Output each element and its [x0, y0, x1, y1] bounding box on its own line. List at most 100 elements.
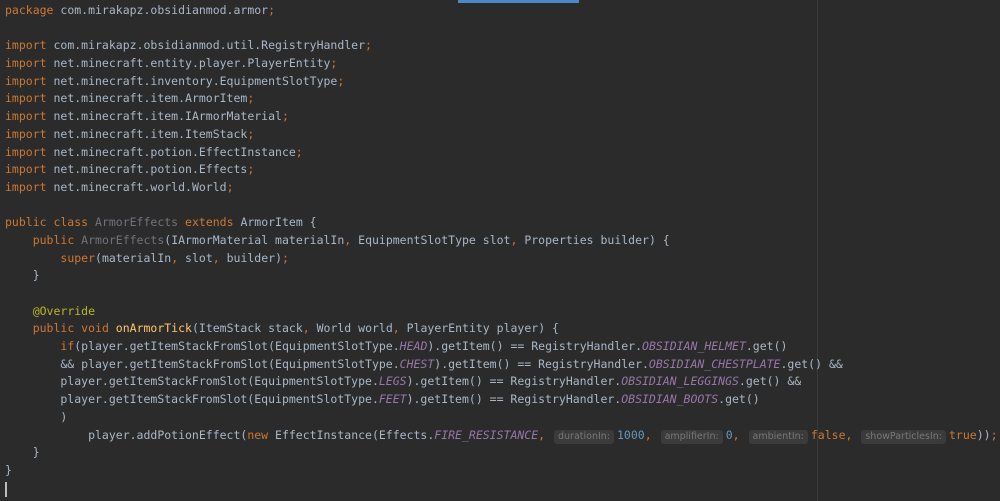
code-token: onArmorTick [115, 321, 192, 336]
code-token: ; [268, 3, 276, 17]
fold-marker-icon[interactable] [0, 272, 4, 278]
code-token: player.getItemStackFromSlot(EquipmentSlo… [5, 374, 379, 389]
code-line[interactable] [5, 285, 995, 303]
code-token: CHEST [399, 356, 435, 371]
code-token: net.minecraft.potion.Effects [46, 162, 248, 177]
code-token: ; [990, 427, 998, 442]
code-token: ArmorEffects [81, 232, 165, 247]
code-token: import [5, 109, 47, 124]
fold-marker-icon[interactable] [0, 237, 4, 243]
code-line[interactable]: import net.minecraft.item.ItemStack; [5, 126, 995, 144]
code-token: public void [32, 321, 116, 336]
code-token: builder) [226, 250, 282, 265]
code-token: com.mirakapz.obsidianmod.util.RegistryHa… [46, 38, 366, 53]
fold-marker-icon[interactable] [0, 184, 4, 190]
code-token: import [5, 91, 47, 106]
fold-marker-icon[interactable] [0, 325, 4, 331]
parameter-hint: showParticlesIn: [861, 429, 946, 444]
code-token: net.minecraft.item.ItemStack [46, 126, 248, 141]
fold-marker-icon[interactable] [0, 42, 4, 48]
code-token: ArmorItem { [240, 215, 317, 230]
code-line[interactable]: public ArmorEffects(IArmorMaterial mater… [5, 232, 995, 250]
code-line[interactable]: } [5, 267, 995, 285]
code-token: ; [337, 73, 345, 88]
fold-marker-icon[interactable] [0, 219, 4, 225]
code-line[interactable]: package com.mirakapz.obsidianmod.armor; [5, 2, 995, 20]
code-line[interactable]: player.getItemStackFromSlot(EquipmentSlo… [5, 391, 995, 409]
code-line[interactable] [5, 197, 995, 215]
code-token: player.getItemStackFromSlot(EquipmentSlo… [5, 392, 379, 407]
code-token: , [510, 232, 525, 247]
code-line[interactable]: ) [5, 409, 995, 427]
code-token: , [732, 427, 747, 442]
code-token: , [212, 250, 227, 265]
code-token: public class [5, 215, 96, 230]
code-line[interactable]: public void onArmorTick(ItemStack stack,… [5, 320, 995, 338]
code-token: package [5, 3, 54, 17]
code-token: , [344, 232, 359, 247]
code-line[interactable]: if(player.getItemStackFromSlot(Equipment… [5, 338, 995, 356]
code-token: import [5, 73, 47, 88]
fold-marker-icon[interactable] [0, 467, 4, 473]
code-token: ; [247, 162, 255, 177]
code-token: Properties builder) { [524, 232, 670, 247]
code-token: .get() && [780, 356, 843, 371]
code-token: net.minecraft.world.World [46, 179, 227, 194]
code-token: )) [976, 427, 991, 442]
code-line[interactable]: } [5, 444, 995, 462]
code-line[interactable]: } [5, 462, 995, 480]
code-token: OBSIDIAN_HELMET [642, 339, 746, 354]
code-line[interactable]: import net.minecraft.entity.player.Playe… [5, 55, 995, 73]
code-token: (IArmorMaterial materialIn [164, 232, 345, 247]
code-token: , [302, 321, 317, 336]
code-token: false [810, 427, 846, 442]
fold-marker-icon[interactable] [0, 432, 4, 438]
code-token: ; [281, 109, 289, 124]
code-token: net.minecraft.item.ArmorItem [46, 91, 248, 106]
code-token: ; [282, 250, 289, 265]
code-token: public [32, 232, 82, 247]
code-token: ).getItem() == RegistryHandler. [406, 392, 622, 407]
code-line[interactable]: @Override [5, 303, 995, 321]
code-token: import [5, 144, 47, 159]
code-line[interactable]: public class ArmorEffects extends ArmorI… [5, 214, 995, 232]
code-token: ; [330, 56, 338, 71]
code-editor[interactable]: package com.mirakapz.obsidianmod.armor; i… [5, 0, 998, 480]
code-line[interactable]: player.addPotionEffect(new EffectInstanc… [5, 427, 998, 445]
parameter-hint: amplifierIn: [660, 429, 723, 444]
code-line[interactable]: import net.minecraft.item.IArmorMaterial… [5, 108, 995, 126]
code-token: import [5, 56, 47, 71]
code-line[interactable]: import net.minecraft.inventory.Equipment… [5, 73, 995, 91]
code-token: , [538, 427, 552, 442]
code-token: LEGS [378, 374, 407, 389]
code-token: 1000 [617, 427, 645, 442]
code-line[interactable]: player.getItemStackFromSlot(EquipmentSlo… [5, 373, 995, 391]
code-token: 0 [725, 427, 733, 442]
code-line[interactable] [5, 20, 995, 38]
parameter-hint: durationIn: [554, 429, 614, 444]
code-token: ).getItem() == RegistryHandler. [427, 339, 643, 354]
code-token: slot [185, 250, 213, 265]
code-token: && player.getItemStackFromSlot(Equipment… [5, 356, 400, 371]
code-line[interactable]: && player.getItemStackFromSlot(Equipment… [5, 356, 995, 374]
code-token: net.minecraft.potion.EffectInstance [46, 144, 296, 159]
code-token: FIRE_RESISTANCE [434, 427, 539, 442]
code-line[interactable]: import net.minecraft.item.ArmorItem; [5, 90, 995, 108]
code-line[interactable]: import com.mirakapz.obsidianmod.util.Reg… [5, 37, 995, 55]
code-line[interactable]: import net.minecraft.potion.EffectInstan… [5, 144, 995, 162]
code-token: (player.getItemStackFromSlot(EquipmentSl… [74, 339, 400, 354]
code-line[interactable]: super(materialIn, slot, builder); [5, 250, 995, 268]
code-token: ; [295, 144, 303, 159]
code-line[interactable]: import net.minecraft.world.World; [5, 179, 995, 197]
code-token: extends [185, 215, 241, 230]
code-token: FEET [378, 392, 407, 407]
parameter-hint: ambientIn: [748, 429, 808, 444]
code-line[interactable]: import net.minecraft.potion.Effects; [5, 161, 995, 179]
code-token: EffectInstance(Effects. [275, 427, 435, 442]
code-token: (materialIn [95, 250, 172, 265]
code-token: import [5, 179, 47, 194]
